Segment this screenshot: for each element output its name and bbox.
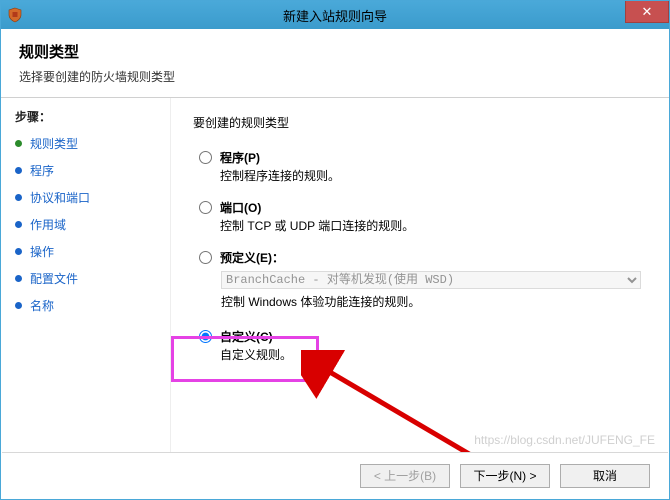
option-text: 程序(P) 控制程序连接的规则。 (220, 149, 340, 185)
step-label: 操作 (30, 243, 54, 260)
option-text: 自定义(C) 自定义规则。 (220, 328, 292, 364)
option-title: 程序(P) (220, 149, 340, 167)
page-title: 规则类型 (19, 41, 651, 62)
predefined-select-wrap: BranchCache - 对等机发现(使用 WSD) (221, 271, 641, 289)
bullet-icon (15, 275, 22, 282)
bullet-icon (15, 167, 22, 174)
radio-predefined[interactable] (199, 251, 212, 264)
predefined-desc: 控制 Windows 体验功能连接的规则。 (221, 293, 649, 310)
option-desc: 自定义规则。 (220, 346, 292, 364)
header-panel: 规则类型 选择要创建的防火墙规则类型 (1, 29, 669, 98)
bullet-icon (15, 194, 22, 201)
option-title: 自定义(C) (220, 328, 292, 346)
step-label: 作用域 (30, 216, 66, 233)
page-subtitle: 选择要创建的防火墙规则类型 (19, 68, 651, 85)
footer: < 上一步(B) 下一步(N) > 取消 (2, 452, 668, 498)
radio-port[interactable] (199, 201, 212, 214)
main-panel: 要创建的规则类型 程序(P) 控制程序连接的规则。 端口(O) 控制 TCP 或… (171, 98, 669, 458)
option-desc: 控制程序连接的规则。 (220, 167, 340, 185)
option-predefined[interactable]: 预定义(E)： (199, 249, 649, 267)
titlebar: 新建入站规则向导 ✕ (1, 1, 669, 29)
next-button[interactable]: 下一步(N) > (460, 464, 550, 488)
window-title: 新建入站规则向导 (1, 6, 669, 25)
bullet-icon (15, 302, 22, 309)
wizard-body: 步骤： 规则类型 程序 协议和端口 作用域 操作 (1, 98, 669, 458)
wizard-window: 新建入站规则向导 ✕ 规则类型 选择要创建的防火墙规则类型 步骤： 规则类型 程… (0, 0, 670, 500)
cancel-button[interactable]: 取消 (560, 464, 650, 488)
step-label: 配置文件 (30, 270, 78, 287)
option-program[interactable]: 程序(P) 控制程序连接的规则。 (199, 149, 649, 185)
bullet-icon (15, 140, 22, 147)
step-label: 规则类型 (30, 135, 78, 152)
step-label: 程序 (30, 162, 54, 179)
main-prompt: 要创建的规则类型 (193, 114, 649, 131)
bullet-icon (15, 248, 22, 255)
predefined-select[interactable]: BranchCache - 对等机发现(使用 WSD) (221, 271, 641, 289)
step-label: 名称 (30, 297, 54, 314)
step-label: 协议和端口 (30, 189, 90, 206)
option-title: 端口(O) (220, 199, 414, 217)
step-scope[interactable]: 作用域 (15, 216, 162, 233)
back-button[interactable]: < 上一步(B) (360, 464, 450, 488)
option-custom[interactable]: 自定义(C) 自定义规则。 (199, 328, 649, 364)
step-action[interactable]: 操作 (15, 243, 162, 260)
steps-sidebar: 步骤： 规则类型 程序 协议和端口 作用域 操作 (1, 98, 171, 458)
close-icon: ✕ (642, 4, 653, 20)
radio-custom[interactable] (199, 330, 212, 343)
radio-program[interactable] (199, 151, 212, 164)
option-text: 预定义(E)： (220, 249, 284, 267)
option-text: 端口(O) 控制 TCP 或 UDP 端口连接的规则。 (220, 199, 414, 235)
option-port[interactable]: 端口(O) 控制 TCP 或 UDP 端口连接的规则。 (199, 199, 649, 235)
steps-heading: 步骤： (15, 108, 162, 125)
step-profile[interactable]: 配置文件 (15, 270, 162, 287)
step-name[interactable]: 名称 (15, 297, 162, 314)
close-button[interactable]: ✕ (625, 1, 669, 23)
option-desc: 控制 TCP 或 UDP 端口连接的规则。 (220, 217, 414, 235)
bullet-icon (15, 221, 22, 228)
step-protocol-port[interactable]: 协议和端口 (15, 189, 162, 206)
step-rule-type[interactable]: 规则类型 (15, 135, 162, 152)
step-program[interactable]: 程序 (15, 162, 162, 179)
option-title: 预定义(E)： (220, 249, 284, 267)
